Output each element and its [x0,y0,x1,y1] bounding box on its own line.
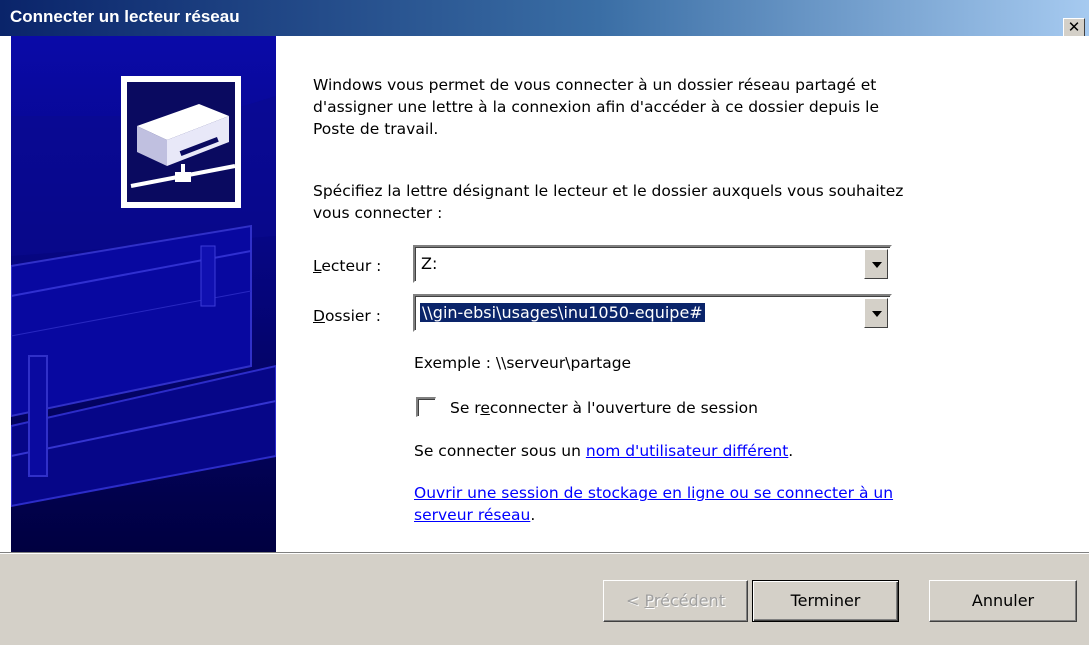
instruction-line: Spécifiez la lettre désignant le lecteur… [313,182,904,200]
finish-button[interactable]: Terminer [752,580,899,622]
storage-link-block: Ouvrir une session de stockage en ligne … [414,482,893,526]
instruction-text: Spécifiez la lettre désignant le lecteur… [313,180,903,224]
other-user-suffix: . [788,442,794,460]
map-network-drive-dialog: Connecter un lecteur réseau ✕ Windows vo… [0,0,1089,645]
back-button-accelerator: P [644,591,654,610]
reconnect-label[interactable]: Se reconnecter à l'ouverture de session [450,397,758,419]
storage-link[interactable]: serveur réseau [414,506,530,524]
close-button[interactable]: ✕ [1063,18,1085,38]
folder-label-text: ossier : [324,307,381,325]
folder-label-accelerator: D [313,307,325,325]
drive-value: Z: [421,254,438,273]
storage-link[interactable]: Ouvrir une session de stockage en ligne … [414,484,893,502]
footer-divider [0,553,1089,554]
drive-dropdown-button[interactable] [864,249,888,279]
finish-button-label: Terminer [790,591,861,610]
intro-text: Windows vous permet de vous connecter à … [313,74,879,140]
intro-line: d'assigner une lettre à la connexion afi… [313,98,880,116]
back-button[interactable]: < Précédent [603,580,748,622]
other-user-link[interactable]: nom d'utilisateur différent [586,442,788,460]
reconnect-checkbox[interactable] [416,397,436,417]
other-user-prefix: Se connecter sous un [414,442,586,460]
back-button-label: < [626,591,645,610]
folder-label: Dossier : [313,305,381,327]
folder-input[interactable]: \\gin-ebsi\usages\inu1050-equipe# [413,294,892,332]
close-icon: ✕ [1067,18,1081,36]
example-text: Exemple : \\serveur\partage [414,354,632,372]
reconnect-label-accelerator: e [480,399,490,417]
instruction-line: vous connecter : [313,204,443,222]
drive-label: Lecteur : [313,255,381,277]
cancel-button-label: Annuler [971,591,1035,610]
intro-line: Poste de travail. [313,120,439,138]
storage-link-suffix: . [530,506,536,524]
reconnect-label-part: Se r [450,399,481,417]
window-title: Connecter un lecteur réseau [10,7,240,26]
reconnect-label-part: connecter à l'ouverture de session [489,399,758,417]
back-button-label: récédent [653,591,725,610]
folder-value: \\gin-ebsi\usages\inu1050-equipe# [420,303,705,322]
cancel-button[interactable]: Annuler [929,580,1077,622]
title-bar[interactable]: Connecter un lecteur réseau ✕ [0,0,1089,38]
folder-dropdown-button[interactable] [864,298,888,328]
drive-label-text: ecteur : [321,257,382,275]
other-user-line: Se connecter sous un nom d'utilisateur d… [414,440,793,462]
drive-select[interactable]: Z: [413,245,892,283]
network-drive-illustration-icon [11,36,276,552]
network-drive-illustration [11,36,276,552]
intro-line: Windows vous permet de vous connecter à … [313,76,877,94]
